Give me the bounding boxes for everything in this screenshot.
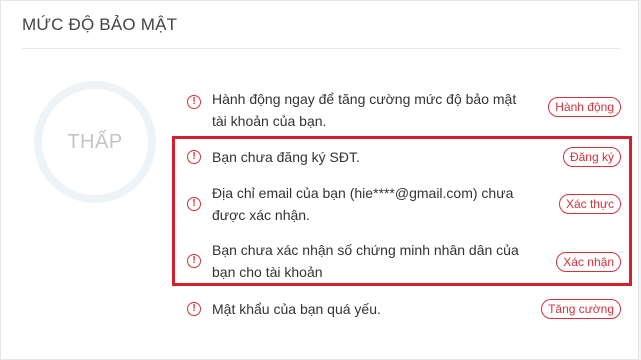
exclamation-circle-icon: ! bbox=[187, 197, 201, 211]
register-button[interactable]: Đăng ký bbox=[562, 147, 621, 167]
item-text: Hành động ngay để tăng cường mức độ bảo … bbox=[212, 91, 517, 129]
security-level-card: MỨC ĐỘ BẢO MẬT THẤP ! Hành động ngay để … bbox=[0, 0, 639, 360]
exclamation-circle-icon: ! bbox=[187, 302, 201, 316]
item-text: Bạn chưa xác nhận số chứng minh nhân dân… bbox=[212, 242, 519, 280]
security-level-gauge: THẤP bbox=[34, 81, 156, 203]
verify-email-button[interactable]: Xác thực bbox=[558, 194, 621, 214]
item-text: Mật khẩu của bạn quá yếu. bbox=[212, 301, 381, 317]
divider bbox=[22, 48, 620, 49]
item-text: Địa chỉ email của bạn (hie****@gmail.com… bbox=[212, 185, 514, 223]
section-title: MỨC ĐỘ BẢO MẬT bbox=[22, 15, 178, 34]
take-action-button[interactable]: Hành động bbox=[548, 97, 621, 117]
security-level-label: THẤP bbox=[67, 130, 123, 153]
exclamation-circle-icon: ! bbox=[187, 95, 201, 109]
exclamation-circle-icon: ! bbox=[187, 150, 201, 164]
confirm-id-button[interactable]: Xác nhận bbox=[556, 252, 621, 272]
exclamation-circle-icon: ! bbox=[187, 254, 201, 268]
strengthen-password-button[interactable]: Tăng cường bbox=[541, 299, 621, 319]
item-text: Bạn chưa đăng ký SĐT. bbox=[212, 149, 360, 165]
